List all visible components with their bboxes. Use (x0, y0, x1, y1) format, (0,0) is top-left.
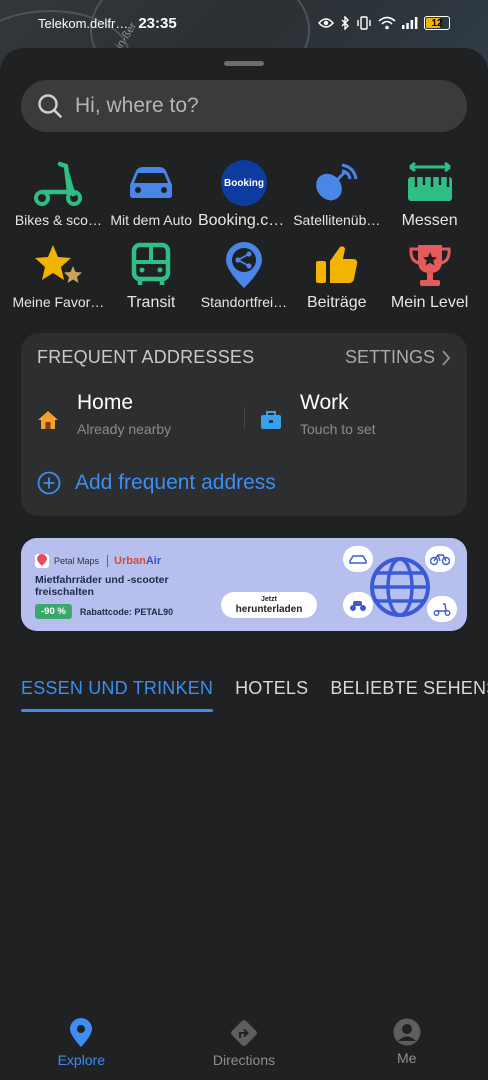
shortcut-label: Mit dem Auto (110, 212, 193, 228)
work-subtitle: Touch to set (300, 421, 376, 437)
thumbs-up-icon (311, 240, 363, 290)
frequent-addresses-card: FREQUENT ADDRESSES SETTINGS Home Already… (21, 333, 467, 516)
sheet-drag-handle[interactable] (224, 61, 264, 66)
add-frequent-address-button[interactable]: Add frequent address (37, 471, 276, 495)
star-icon (32, 240, 84, 290)
explore-sheet: Hi, where to? Bikes & sco… Mit dem Auto … (0, 48, 488, 1080)
nav-me-label: Me (396, 1050, 417, 1066)
address-divider (244, 407, 245, 429)
shortcut-car[interactable]: Mit dem Auto (105, 158, 198, 240)
share-location-icon (218, 240, 270, 290)
shortcut-grid: Bikes & sco… Mit dem Auto Booking Bookin… (12, 158, 476, 322)
banner-headline: Mietfahrräder und -scooter freischalten (35, 574, 169, 598)
search-bar[interactable]: Hi, where to? (21, 80, 467, 132)
settings-link[interactable]: SETTINGS (345, 347, 451, 368)
download-button[interactable]: Jetzt herunterladen (221, 592, 317, 618)
nav-directions[interactable]: Directions (163, 1008, 326, 1080)
home-address[interactable]: Home Already nearby (37, 391, 171, 437)
promo-code: Rabattcode: PETAL90 (79, 606, 174, 617)
scooter-icon (32, 158, 84, 208)
shortcut-satellite[interactable]: Satellitenüb… (290, 158, 383, 240)
shortcut-label: Messen (401, 212, 458, 229)
chevron-right-icon (442, 349, 451, 366)
scooter-bubble-icon (427, 596, 457, 622)
add-frequent-address-label: Add frequent address (75, 471, 276, 494)
vibrate-icon (357, 16, 371, 30)
shortcut-label: Bikes & sco… (14, 212, 102, 228)
shortcut-bikes-scooters[interactable]: Bikes & sco… (12, 158, 105, 240)
shortcut-label: Satellitenüb… (293, 212, 381, 228)
satellite-icon (311, 158, 363, 208)
location-pin-icon (70, 1018, 93, 1047)
battery-level: 12 (431, 17, 443, 29)
booking-icon: Booking (218, 158, 270, 208)
shortcut-location-sharing[interactable]: Standortfrei… (198, 240, 291, 322)
clock: 23:35 (138, 14, 177, 32)
shortcut-label: Booking.com (197, 212, 290, 229)
battery-indicator: 12 (424, 16, 450, 30)
shortcut-label: Beiträge (306, 294, 367, 311)
nav-explore-label: Explore (57, 1052, 106, 1068)
category-tabs: ESSEN UND TRINKEN HOTELS BELIEBTE SEHENS… (21, 678, 488, 718)
shortcut-booking[interactable]: Booking Booking.com (198, 158, 291, 240)
promo-banner[interactable]: Petal Maps UrbanAir Mietfahrräder und -s… (21, 538, 467, 631)
banner-code: -90 % Rabattcode: PETAL90 (35, 604, 173, 619)
search-icon (38, 94, 62, 118)
shortcut-contributions[interactable]: Beiträge (290, 240, 383, 322)
banner-brand-name: Petal Maps (54, 556, 100, 566)
shortcut-level[interactable]: Mein Level (383, 240, 476, 322)
discount-badge: -90 % (35, 604, 72, 619)
directions-icon (231, 1020, 257, 1046)
home-icon (37, 409, 63, 437)
settings-label: SETTINGS (344, 347, 435, 367)
bluetooth-icon (341, 16, 349, 30)
wifi-icon (378, 16, 396, 30)
tab-attractions[interactable]: BELIEBTE SEHENSW (330, 678, 488, 712)
car-bubble-icon (343, 546, 373, 572)
booking-logo: Booking (220, 160, 267, 206)
shortcut-favorites[interactable]: Meine Favor… (12, 240, 105, 322)
bike-bubble-icon (425, 546, 455, 572)
eye-icon (318, 18, 334, 28)
carrier-name: Telekom.delfr… (38, 15, 129, 31)
home-label: Home (77, 391, 134, 414)
nav-me[interactable]: Me (325, 1008, 488, 1080)
shortcut-label: Standortfrei… (200, 294, 288, 310)
signal-icon (402, 17, 418, 29)
shortcut-label: Transit (127, 294, 176, 311)
work-address[interactable]: Work Touch to set (260, 391, 376, 437)
tab-food-drink[interactable]: ESSEN UND TRINKEN (21, 678, 214, 712)
nav-explore[interactable]: Explore (0, 1008, 163, 1080)
work-label: Work (300, 391, 349, 414)
shortcut-label: Meine Favor… (12, 294, 105, 310)
car-icon (125, 158, 177, 208)
tab-hotels[interactable]: HOTELS (235, 678, 308, 712)
shortcut-measure[interactable]: Messen (383, 158, 476, 240)
urbanair-logo: UrbanAir (107, 555, 161, 567)
home-subtitle: Already nearby (77, 421, 172, 437)
briefcase-icon (260, 409, 286, 437)
status-bar: Telekom.delfr… 23:35 12 (0, 0, 488, 46)
bus-icon (125, 240, 177, 290)
add-circle-icon (37, 471, 61, 495)
globe-icon (370, 557, 430, 617)
shortcut-transit[interactable]: Transit (105, 240, 198, 322)
shortcut-label: Mein Level (390, 294, 469, 311)
ruler-icon (404, 158, 456, 208)
search-placeholder[interactable]: Hi, where to? (75, 94, 199, 118)
petal-maps-logo-icon (35, 554, 49, 568)
moped-bubble-icon (343, 592, 373, 618)
trophy-icon (404, 240, 456, 290)
banner-brand: Petal Maps UrbanAir (35, 554, 161, 568)
profile-icon (393, 1018, 421, 1046)
bottom-navigation: Explore Directions Me (0, 1008, 488, 1080)
nav-directions-label: Directions (212, 1052, 276, 1068)
frequent-addresses-title: FREQUENT ADDRESSES (37, 347, 255, 367)
